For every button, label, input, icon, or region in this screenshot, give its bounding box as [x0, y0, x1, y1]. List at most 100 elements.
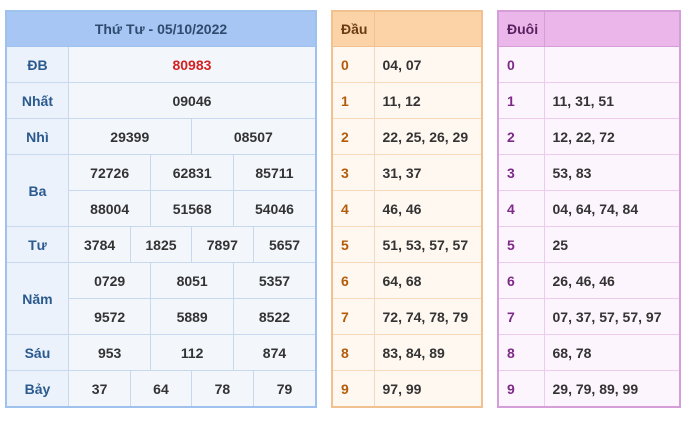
table-row: Sáu 953 112 874 — [5, 334, 317, 371]
prize-value: 51568 — [150, 190, 234, 227]
tail-values: 53, 83 — [543, 154, 681, 191]
tail-values: 07, 37, 57, 57, 97 — [543, 298, 681, 335]
prize-value: 72726 — [67, 154, 152, 191]
tail-digit: 2 — [497, 118, 545, 155]
table-row: 3 53, 83 — [497, 154, 681, 191]
prize-value: 3784 — [67, 226, 132, 263]
head-values-header — [373, 10, 483, 47]
head-values: 46, 46 — [373, 190, 483, 227]
head-values: 04, 07 — [373, 46, 483, 83]
prize-label: Nhì — [5, 118, 69, 155]
table-row: 5 25 — [497, 226, 681, 263]
prize-label: Năm — [5, 262, 69, 335]
prize-value: 88004 — [67, 190, 152, 227]
table-row: Ba 72726 62831 85711 — [5, 154, 317, 227]
prize-value: 62831 — [150, 154, 234, 191]
head-values: 72, 74, 78, 79 — [373, 298, 483, 335]
special-prize-value: 80983 — [67, 46, 317, 83]
tail-digit: 0 — [497, 46, 545, 83]
head-digit: 9 — [331, 370, 375, 408]
prize-value: 64 — [130, 370, 192, 408]
tail-values-header — [543, 10, 681, 47]
prize-value: 112 — [150, 334, 234, 371]
table-row: Tư 3784 1825 7897 5657 — [5, 226, 317, 263]
table-row: Bảy 37 64 78 79 — [5, 370, 317, 408]
table-row: 1 11, 31, 51 — [497, 82, 681, 119]
table-row: 9 29, 79, 89, 99 — [497, 370, 681, 408]
table-row: 4 46, 46 — [331, 190, 483, 227]
table-row: 2 12, 22, 72 — [497, 118, 681, 155]
prize-value: 85711 — [232, 154, 317, 191]
table-row: 6 26, 46, 46 — [497, 262, 681, 299]
table-row: 8 68, 78 — [497, 334, 681, 371]
table-row: 5 51, 53, 57, 57 — [331, 226, 483, 263]
prize-value: 08507 — [190, 118, 317, 155]
result-title: Thứ Tư - 05/10/2022 — [5, 10, 317, 47]
prize-value: 5657 — [253, 226, 317, 263]
tail-digit: 7 — [497, 298, 545, 335]
prize-value: 29399 — [67, 118, 192, 155]
table-row: Năm 0729 8051 5357 — [5, 262, 317, 335]
head-digit: 2 — [331, 118, 375, 155]
head-digit: 5 — [331, 226, 375, 263]
prize-value: 0729 — [67, 262, 152, 299]
prize-value: 8522 — [232, 298, 317, 335]
prize-value: 1825 — [130, 226, 192, 263]
tail-column-header: Đuôi — [497, 10, 545, 47]
prize-value: 5889 — [150, 298, 234, 335]
table-row: 1 11, 12 — [331, 82, 483, 119]
head-values: 83, 84, 89 — [373, 334, 483, 371]
prize-value: 7897 — [190, 226, 255, 263]
head-digit: 0 — [331, 46, 375, 83]
tail-values: 68, 78 — [543, 334, 681, 371]
prize-value: 953 — [67, 334, 152, 371]
prize-label: ĐB — [5, 46, 69, 83]
table-row: 3 31, 37 — [331, 154, 483, 191]
table-row: 6 64, 68 — [331, 262, 483, 299]
prize-value: 09046 — [67, 82, 317, 119]
prize-label: Ba — [5, 154, 69, 227]
table-row: 0 — [497, 46, 681, 83]
table-row: 9 97, 99 — [331, 370, 483, 408]
head-values: 64, 68 — [373, 262, 483, 299]
head-values: 11, 12 — [373, 82, 483, 119]
prize-value: 874 — [232, 334, 317, 371]
tail-digit: 6 — [497, 262, 545, 299]
table-row: 7 07, 37, 57, 57, 97 — [497, 298, 681, 335]
tail-values — [543, 46, 681, 83]
head-values: 22, 25, 26, 29 — [373, 118, 483, 155]
tail-values: 04, 64, 74, 84 — [543, 190, 681, 227]
prize-label: Nhất — [5, 82, 69, 119]
tail-digit: 4 — [497, 190, 545, 227]
head-values: 51, 53, 57, 57 — [373, 226, 483, 263]
tail-digit-table: Đuôi 0 1 11, 31, 51 2 12, 22, 72 3 53, 83 4… — [497, 10, 681, 408]
head-digit: 3 — [331, 154, 375, 191]
prize-value: 9572 — [67, 298, 152, 335]
head-digit-table: Đầu 0 04, 07 1 11, 12 2 22, 25, 26, 29 3 31,… — [331, 10, 483, 408]
table-row: Nhất 09046 — [5, 82, 317, 119]
head-digit: 7 — [331, 298, 375, 335]
table-row: 7 72, 74, 78, 79 — [331, 298, 483, 335]
head-digit: 1 — [331, 82, 375, 119]
head-values: 31, 37 — [373, 154, 483, 191]
prize-value: 37 — [67, 370, 132, 408]
head-digit: 4 — [331, 190, 375, 227]
table-row: 8 83, 84, 89 — [331, 334, 483, 371]
tail-values: 29, 79, 89, 99 — [543, 370, 681, 408]
tail-values: 11, 31, 51 — [543, 82, 681, 119]
table-row: 4 04, 64, 74, 84 — [497, 190, 681, 227]
head-digit: 6 — [331, 262, 375, 299]
prize-value: 8051 — [150, 262, 234, 299]
prize-value: 78 — [190, 370, 255, 408]
table-row: ĐB 80983 — [5, 46, 317, 83]
prize-label: Bảy — [5, 370, 69, 408]
prize-value: 54046 — [232, 190, 317, 227]
lottery-result-table: Thứ Tư - 05/10/2022 ĐB 80983 Nhất 09046 … — [5, 10, 317, 408]
tail-values: 12, 22, 72 — [543, 118, 681, 155]
tail-digit: 9 — [497, 370, 545, 408]
tail-digit: 3 — [497, 154, 545, 191]
tail-digit: 1 — [497, 82, 545, 119]
table-row: Nhì 29399 08507 — [5, 118, 317, 155]
prize-value: 5357 — [232, 262, 317, 299]
head-column-header: Đầu — [331, 10, 375, 47]
